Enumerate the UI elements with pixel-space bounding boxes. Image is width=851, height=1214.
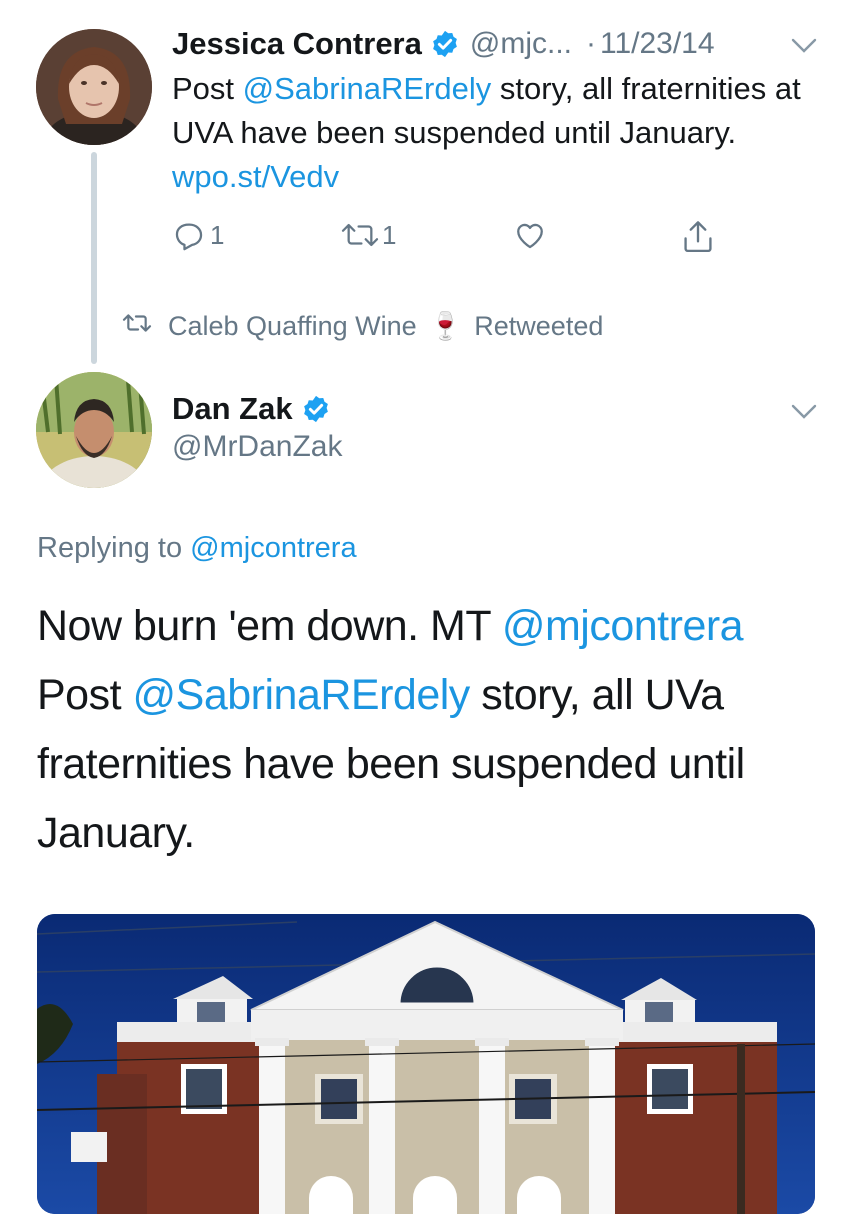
share-button[interactable]	[680, 218, 716, 256]
replying-to-mention[interactable]: @mjcontrera	[190, 532, 356, 564]
chevron-down-icon[interactable]	[791, 404, 817, 420]
reply-icon	[172, 218, 206, 252]
parent-tweet-header: Jessica Contrera @mjc... · 11/23/14	[172, 22, 715, 66]
reply-count: 1	[210, 219, 225, 250]
author-name[interactable]: Dan Zak	[172, 391, 293, 427]
main-tweet-text: Now burn 'em down. MT @mjcontrera Post @…	[37, 592, 827, 868]
tweet-action-bar: 1 1	[172, 218, 732, 262]
avatar-jessica-contrera[interactable]	[36, 29, 152, 145]
reply-button[interactable]: 1	[172, 218, 224, 252]
like-button[interactable]	[512, 218, 548, 252]
text-segment: Post	[172, 71, 243, 106]
text-segment: Now burn 'em down. MT	[37, 602, 502, 650]
replying-prefix: Replying to	[37, 532, 191, 564]
chevron-down-icon[interactable]	[791, 38, 817, 54]
tweet-date[interactable]: 11/23/14	[600, 27, 715, 61]
retweet-context[interactable]: Caleb Quaffing Wine 🍷 Retweeted	[120, 306, 603, 346]
retweeter-name[interactable]: Caleb Quaffing Wine	[168, 311, 417, 342]
retweet-button[interactable]: 1	[340, 218, 396, 252]
mention-link[interactable]: @SabrinaRErdely	[243, 71, 492, 106]
tweet-media-image[interactable]	[37, 914, 815, 1214]
verified-badge-icon	[301, 394, 331, 424]
avatar-dan-zak[interactable]	[36, 372, 152, 488]
main-tweet-header: Dan Zak	[172, 388, 331, 430]
author-handle[interactable]: @MrDanZak	[172, 430, 342, 464]
retweeted-label: Retweeted	[474, 310, 604, 341]
retweet-small-icon	[120, 310, 154, 343]
parent-tweet-text: Post @SabrinaRErdely story, all fraterni…	[172, 67, 822, 199]
verified-badge-icon	[430, 29, 460, 59]
text-segment: Post	[37, 671, 133, 719]
share-icon	[680, 218, 716, 256]
author-name[interactable]: Jessica Contrera	[172, 26, 422, 62]
separator-dot: ·	[586, 27, 596, 60]
mention-link[interactable]: @SabrinaRErdely	[133, 671, 471, 719]
retweet-count: 1	[382, 219, 397, 250]
mention-link[interactable]: @mjcontrera	[502, 602, 744, 650]
wine-glass-icon: 🍷	[428, 311, 463, 341]
retweet-icon	[340, 218, 380, 252]
replying-to: Replying to @mjcontrera	[37, 532, 357, 565]
url-link[interactable]: wpo.st/Vedv	[172, 159, 339, 194]
thread-connector-line	[91, 152, 97, 364]
author-handle[interactable]: @mjc...	[470, 27, 572, 61]
like-icon	[512, 218, 548, 252]
